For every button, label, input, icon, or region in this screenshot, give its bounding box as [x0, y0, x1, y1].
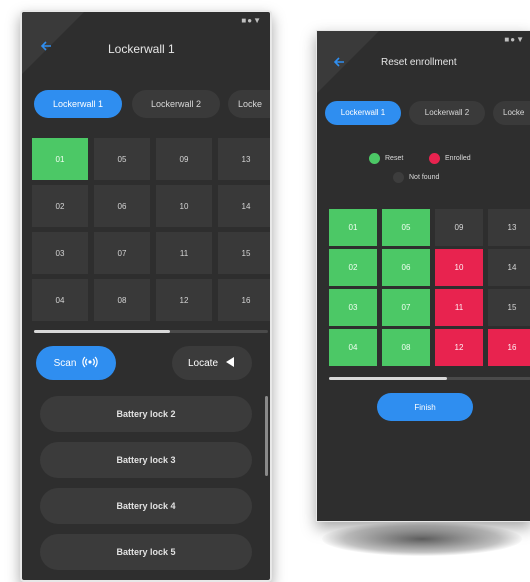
finish-button[interactable]: Finish: [377, 393, 473, 421]
locate-button[interactable]: Locate: [172, 346, 252, 380]
locker-cell-16[interactable]: 16: [488, 329, 530, 366]
locker-cell-08[interactable]: 08: [382, 329, 430, 366]
locker-cell-09[interactable]: 09: [435, 209, 483, 246]
locker-cell-10[interactable]: 10: [156, 185, 212, 227]
broadcast-icon: [82, 356, 99, 371]
tab-lockerwall-2[interactable]: Lockerwall 2: [409, 101, 485, 125]
locker-cell-11[interactable]: 11: [435, 289, 483, 326]
tab-lockerwall-1[interactable]: Lockerwall 1: [325, 101, 401, 125]
device-shadow: [322, 522, 522, 556]
locate-label: Locate: [187, 357, 219, 369]
locker-cell-05[interactable]: 05: [94, 138, 150, 180]
locker-cell-11[interactable]: 11: [156, 232, 212, 274]
locker-cell-01[interactable]: 01: [329, 209, 377, 246]
lockerwall-screen: ■●▼ Lockerwall 1 Lockerwall 1 Lockerwall…: [20, 10, 272, 582]
legend-enrolled-label: Enrolled: [445, 155, 471, 162]
list-item-battery-lock-3[interactable]: Battery lock 3: [40, 442, 252, 478]
tab-lockerwall-1[interactable]: Lockerwall 1: [34, 90, 122, 118]
legend-enrolled: Enrolled: [429, 153, 471, 164]
tab-lockerwall-2[interactable]: Lockerwall 2: [132, 90, 220, 118]
horizontal-scrollbar-thumb[interactable]: [34, 330, 170, 333]
back-arrow-icon[interactable]: [333, 56, 345, 71]
locker-cell-07[interactable]: 07: [382, 289, 430, 326]
list-item-battery-lock-2[interactable]: Battery lock 2: [40, 396, 252, 432]
vertical-scrollbar[interactable]: [265, 396, 268, 476]
tab-lockerwall-3[interactable]: Locke: [228, 90, 270, 118]
locker-cell-06[interactable]: 06: [94, 185, 150, 227]
locker-cell-08[interactable]: 08: [94, 279, 150, 321]
locker-cell-12[interactable]: 12: [156, 279, 212, 321]
legend-reset-label: Reset: [385, 155, 404, 162]
locker-cell-09[interactable]: 09: [156, 138, 212, 180]
locker-cell-13[interactable]: 13: [488, 209, 530, 246]
list-item-battery-lock-4[interactable]: Battery lock 4: [40, 488, 252, 524]
legend-reset: Reset: [369, 153, 403, 164]
locker-cell-14[interactable]: 14: [488, 249, 530, 286]
locker-cell-15[interactable]: 15: [218, 232, 270, 274]
locker-cell-04[interactable]: 04: [329, 329, 377, 366]
locker-cell-15[interactable]: 15: [488, 289, 530, 326]
legend-not-found: Not found: [393, 172, 439, 183]
locker-cell-03[interactable]: 03: [32, 232, 88, 274]
enrolled-color-dot: [429, 153, 440, 164]
list-item-battery-lock-5[interactable]: Battery lock 5: [40, 534, 252, 570]
locker-cell-07[interactable]: 07: [94, 232, 150, 274]
scan-button[interactable]: Scan: [36, 346, 116, 380]
reset-color-dot: [369, 153, 380, 164]
reset-enrollment-screen: ■●▼ Reset enrollment Lockerwall 1 Locker…: [316, 30, 530, 522]
back-arrow-icon[interactable]: [40, 40, 52, 55]
header-corner-decoration: [317, 31, 379, 93]
locker-cell-06[interactable]: 06: [382, 249, 430, 286]
locker-cell-02[interactable]: 02: [32, 185, 88, 227]
locker-cell-10[interactable]: 10: [435, 249, 483, 286]
header-corner-decoration: [22, 12, 84, 74]
locker-cell-04[interactable]: 04: [32, 279, 88, 321]
horizontal-scrollbar-thumb[interactable]: [329, 377, 447, 380]
locker-cell-14[interactable]: 14: [218, 185, 270, 227]
locker-cell-05[interactable]: 05: [382, 209, 430, 246]
locate-arrow-icon: [224, 356, 236, 371]
tab-lockerwall-3[interactable]: Locke: [493, 101, 530, 125]
locker-cell-16[interactable]: 16: [218, 279, 270, 321]
locker-cell-13[interactable]: 13: [218, 138, 270, 180]
locker-cell-12[interactable]: 12: [435, 329, 483, 366]
status-bar-icons: ■●▼: [504, 35, 525, 44]
page-title: Lockerwall 1: [108, 42, 175, 56]
locker-cell-02[interactable]: 02: [329, 249, 377, 286]
not-found-color-dot: [393, 172, 404, 183]
status-bar-icons: ■●▼: [241, 16, 262, 25]
locker-cell-01[interactable]: 01: [32, 138, 88, 180]
legend-not-found-label: Not found: [409, 174, 440, 181]
scan-label: Scan: [53, 357, 77, 369]
locker-cell-03[interactable]: 03: [329, 289, 377, 326]
page-title: Reset enrollment: [381, 57, 457, 68]
